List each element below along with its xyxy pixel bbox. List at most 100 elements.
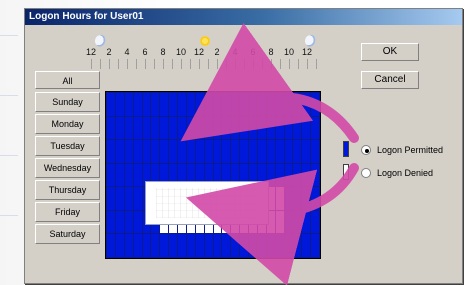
hour-cell[interactable] [133,140,142,163]
hour-cell[interactable] [275,234,284,257]
hour-cell[interactable] [240,210,248,234]
hour-cell[interactable] [204,234,213,257]
day-friday-button[interactable]: Friday [35,202,100,222]
hour-cell[interactable] [151,210,160,234]
hour-cell[interactable] [133,187,142,210]
hour-cell[interactable] [169,116,177,140]
hour-cell[interactable] [124,210,133,234]
hour-cell[interactable] [240,140,248,163]
hour-cell[interactable] [107,93,115,116]
hour-cell[interactable] [222,93,231,116]
hour-cell[interactable] [275,140,284,163]
hour-cell[interactable] [284,234,293,257]
hour-cell[interactable] [142,210,151,234]
hour-cell[interactable] [275,116,284,140]
hour-cell[interactable] [284,187,293,210]
hour-cell[interactable] [160,163,169,187]
hour-cell[interactable] [311,234,319,257]
hour-cell[interactable] [204,116,213,140]
hour-cell[interactable] [151,116,160,140]
hour-cell[interactable] [124,234,133,257]
hour-cell[interactable] [151,140,160,163]
hour-cell[interactable] [213,210,222,234]
hour-cell[interactable] [115,93,124,116]
hour-cell[interactable] [231,116,240,140]
hour-cell[interactable] [186,163,195,187]
hour-cell[interactable] [160,116,169,140]
hour-cell[interactable] [169,140,177,163]
hour-cell[interactable] [231,210,240,234]
radio-circle[interactable] [361,168,371,178]
day-monday-button[interactable]: Monday [35,114,100,134]
hour-cell[interactable] [178,163,186,187]
hour-cell[interactable] [213,234,222,257]
hour-cell[interactable] [107,210,115,234]
hour-cell[interactable] [160,140,169,163]
hour-cell[interactable] [231,234,240,257]
hour-cell[interactable] [222,187,231,210]
hour-cell[interactable] [169,210,177,234]
hour-cell[interactable] [293,93,302,116]
hour-cell[interactable] [124,140,133,163]
hour-cell[interactable] [195,187,204,210]
hour-cell[interactable] [311,140,319,163]
hour-cell[interactable] [249,93,257,116]
hour-cell[interactable] [311,210,319,234]
radio-circle[interactable] [361,145,371,155]
hour-cell[interactable] [293,140,302,163]
hour-cell[interactable] [257,163,266,187]
hour-cell[interactable] [266,187,275,210]
hour-cell[interactable] [275,93,284,116]
hour-cell[interactable] [302,116,311,140]
hour-cell[interactable] [142,93,151,116]
hour-cell[interactable] [257,234,266,257]
hour-cell[interactable] [115,210,124,234]
hour-cell[interactable] [293,210,302,234]
hour-cell[interactable] [231,93,240,116]
hour-cell[interactable] [302,210,311,234]
hour-cell[interactable] [204,163,213,187]
hour-cell[interactable] [240,116,248,140]
hour-cell[interactable] [293,187,302,210]
hour-cell[interactable] [275,163,284,187]
hour-cell[interactable] [124,116,133,140]
hour-cell[interactable] [213,140,222,163]
hour-cell[interactable] [169,163,177,187]
hour-cell[interactable] [124,163,133,187]
hour-cell[interactable] [222,163,231,187]
hour-cell[interactable] [302,234,311,257]
radio-logon-denied[interactable]: Logon Denied [361,166,433,180]
hour-cell[interactable] [142,163,151,187]
hour-cell[interactable] [169,234,177,257]
hour-cell[interactable] [249,234,257,257]
hour-cell[interactable] [249,187,257,210]
hour-cell[interactable] [178,234,186,257]
hour-cell[interactable] [124,93,133,116]
hour-cell[interactable] [249,116,257,140]
hour-cell[interactable] [257,210,266,234]
hour-cell[interactable] [284,210,293,234]
hour-cell[interactable] [133,116,142,140]
hour-cell[interactable] [107,140,115,163]
hour-cell[interactable] [293,116,302,140]
hour-cell[interactable] [257,140,266,163]
hour-cell[interactable] [249,140,257,163]
hour-cell[interactable] [275,187,284,210]
hour-cell[interactable] [195,116,204,140]
hour-cell[interactable] [133,163,142,187]
hour-cell[interactable] [186,93,195,116]
hour-cell[interactable] [169,187,177,210]
hour-cell[interactable] [178,140,186,163]
hour-cell[interactable] [311,93,319,116]
hour-cell[interactable] [249,210,257,234]
hour-cell[interactable] [115,140,124,163]
hour-cell[interactable] [178,116,186,140]
hour-cell[interactable] [195,234,204,257]
hour-cell[interactable] [151,187,160,210]
hour-cell[interactable] [266,210,275,234]
hour-cell[interactable] [231,140,240,163]
hour-cell[interactable] [115,234,124,257]
hour-cell[interactable] [178,93,186,116]
hour-cell[interactable] [293,234,302,257]
hour-cell[interactable] [107,116,115,140]
